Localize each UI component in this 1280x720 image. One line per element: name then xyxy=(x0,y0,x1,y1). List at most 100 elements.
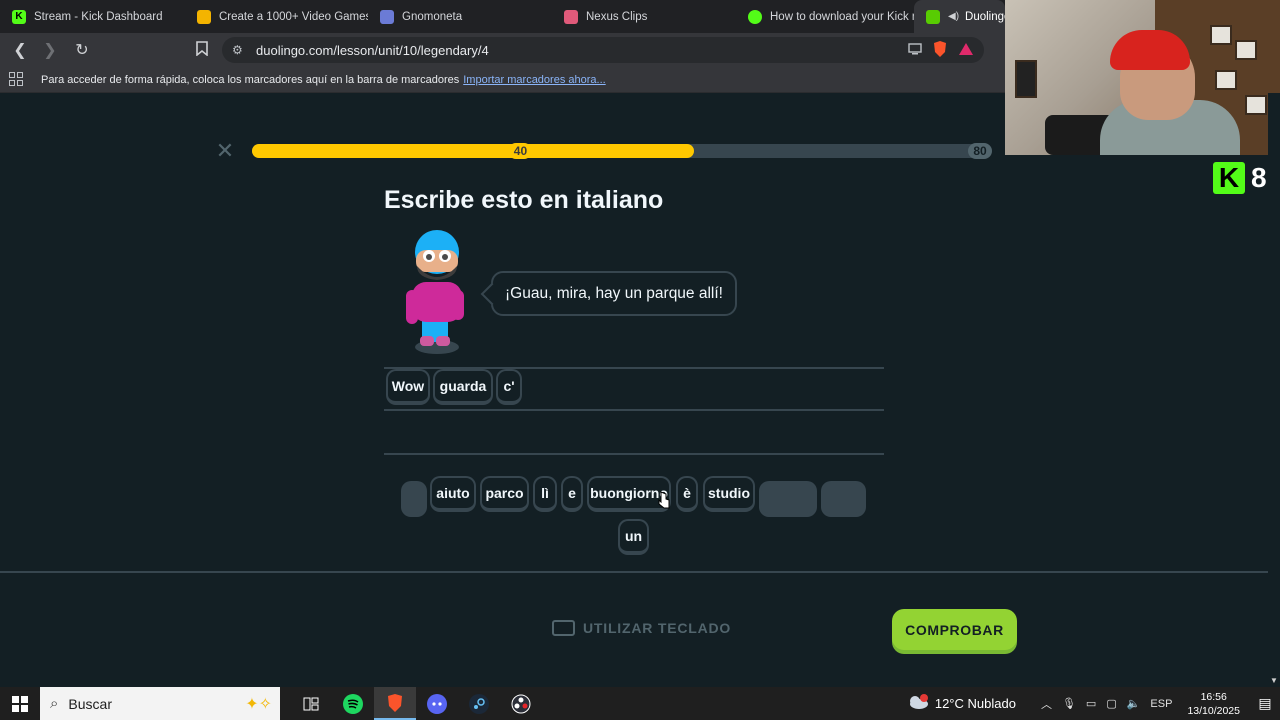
mouse-cursor-icon xyxy=(658,491,670,509)
sheets-icon xyxy=(197,9,211,24)
forward-icon[interactable]: ❯ xyxy=(38,38,62,62)
word-bank-slot-empty xyxy=(821,481,866,517)
search-icon: ⌕ xyxy=(50,695,59,712)
site-settings-icon[interactable]: ⚙ xyxy=(232,43,252,57)
keyboard-icon xyxy=(552,620,575,636)
use-keyboard-button[interactable]: UTILIZAR TECLADO xyxy=(552,620,731,636)
brave-shield-icon[interactable] xyxy=(932,40,948,61)
taskbar-search[interactable]: ⌕ Buscar ✦✧ xyxy=(40,687,280,720)
answer-line-bottom xyxy=(384,453,884,455)
webcam-photo-frame xyxy=(1235,40,1257,60)
word-bank-chip[interactable]: parco xyxy=(480,476,529,512)
tab-label: How to download your Kick rep xyxy=(770,10,914,23)
word-bank-chip[interactable]: è xyxy=(676,476,698,512)
webcam-photo-frame xyxy=(1215,70,1237,90)
tab-gnomoneta[interactable]: Gnomoneta xyxy=(368,0,552,33)
tab-label: Duolingo xyxy=(965,10,1005,23)
taskbar-search-placeholder: Buscar xyxy=(68,695,112,712)
taskbar-clock[interactable]: 16:56 13/10/2025 xyxy=(1187,690,1240,718)
speaker-icon: ◀) xyxy=(948,11,960,22)
battery-icon[interactable]: ▭ xyxy=(1086,697,1096,710)
nexus-icon xyxy=(564,9,578,24)
apps-grid-icon[interactable] xyxy=(9,71,25,88)
task-view-icon[interactable] xyxy=(290,687,332,720)
webcam-poster xyxy=(1015,60,1037,98)
cast-icon[interactable] xyxy=(908,43,922,58)
tab-label: Stream - Kick Dashboard xyxy=(34,10,163,23)
word-bank-chip[interactable]: un xyxy=(618,519,649,555)
windows-start-icon[interactable] xyxy=(0,687,40,720)
word-bank-chip[interactable]: lì xyxy=(533,476,557,512)
import-bookmarks-link[interactable]: Importar marcadores ahora... xyxy=(463,74,605,86)
url-text: duolingo.com/lesson/unit/10/legendary/4 xyxy=(256,42,489,58)
kick-icon xyxy=(748,9,762,24)
browser-tab-bar: K Stream - Kick Dashboard Create a 1000+… xyxy=(0,0,1005,33)
word-bank-slot-empty xyxy=(401,481,427,517)
lesson-progress-bar: 40 80 xyxy=(252,143,992,159)
gnome-icon xyxy=(380,9,394,24)
scroll-down-icon[interactable]: ▼ xyxy=(1270,676,1278,685)
check-button[interactable]: COMPROBAR xyxy=(892,609,1017,650)
tab-kick-dashboard[interactable]: K Stream - Kick Dashboard xyxy=(0,0,185,33)
progress-max-label: 80 xyxy=(968,143,992,159)
network-icon[interactable]: ▢ xyxy=(1106,697,1116,710)
tab-label: Gnomoneta xyxy=(402,10,463,23)
word-bank-slot-empty xyxy=(759,481,817,517)
prompt-sentence: ¡Guau, mira, hay un parque allí! xyxy=(505,284,723,302)
brave-rewards-icon[interactable] xyxy=(958,42,974,59)
microphone-icon[interactable]: 🎙 xyxy=(1062,697,1076,710)
tab-kick-download[interactable]: How to download your Kick rep xyxy=(736,0,914,33)
webcam-photo-frame xyxy=(1245,95,1267,115)
tab-video-games[interactable]: Create a 1000+ Video Games Ti xyxy=(185,0,368,33)
volume-icon[interactable]: 🔈 xyxy=(1127,697,1141,710)
answer-line-middle xyxy=(384,409,884,411)
kick-viewer-count: 8 xyxy=(1251,162,1267,193)
windows-taskbar: ⌕ Buscar ✦✧ 12°C Nublado ︿ 🎙 ▭ ▢ 🔈 ESP 1… xyxy=(0,687,1280,720)
duolingo-icon xyxy=(926,9,940,24)
system-tray: 12°C Nublado ︿ 🎙 ▭ ▢ 🔈 ESP 16:56 13/10/2… xyxy=(907,687,1280,720)
bookmarks-bar: Para acceder de forma rápida, coloca los… xyxy=(0,67,1005,93)
tab-duolingo[interactable]: ◀) Duolingo xyxy=(914,0,1005,33)
speech-bubble[interactable]: ¡Guau, mira, hay un parque allí! xyxy=(491,271,737,316)
bookmarks-hint: Para acceder de forma rápida, coloca los… xyxy=(41,73,460,86)
answer-word-chip[interactable]: c' xyxy=(496,369,522,405)
webcam-photo-frame xyxy=(1210,25,1232,45)
use-keyboard-label: UTILIZAR TECLADO xyxy=(583,620,732,636)
word-bank-chip[interactable]: e xyxy=(561,476,583,512)
back-icon[interactable]: ❮ xyxy=(8,38,32,62)
steam-icon[interactable] xyxy=(458,687,500,720)
character-illustration xyxy=(402,224,472,356)
footer-divider xyxy=(0,571,1268,573)
weather-text: 12°C Nublado xyxy=(934,696,1016,711)
page-scrollbar[interactable]: ▼ xyxy=(1268,93,1280,687)
cloud-icon xyxy=(907,694,929,713)
word-bank-chip[interactable]: studio xyxy=(703,476,755,512)
tab-label: Create a 1000+ Video Games Ti xyxy=(219,10,368,23)
screen: K Stream - Kick Dashboard Create a 1000+… xyxy=(0,0,1280,720)
notifications-icon[interactable]: ▤ xyxy=(1250,695,1280,712)
show-hidden-icons-icon[interactable]: ︿ xyxy=(1041,696,1052,712)
word-bank-chip[interactable]: aiuto xyxy=(430,476,476,512)
webcam-overlay xyxy=(1005,0,1280,155)
bookmark-icon[interactable] xyxy=(196,41,210,57)
progress-current-label: 40 xyxy=(508,143,533,159)
browser-toolbar: ❮ ❯ ↻ ⚙ duolingo.com/lesson/unit/10/lege… xyxy=(0,33,1005,67)
clock-time: 16:56 xyxy=(1200,690,1227,703)
weather-widget[interactable]: 12°C Nublado xyxy=(907,694,1016,713)
answer-word-chip[interactable]: Wow xyxy=(386,369,430,405)
close-lesson-icon[interactable]: ✕ xyxy=(215,140,235,162)
clock-date: 13/10/2025 xyxy=(1187,704,1240,717)
copilot-sparkle-icon: ✦✧ xyxy=(245,695,272,713)
language-indicator[interactable]: ESP xyxy=(1150,698,1172,710)
tab-label: Nexus Clips xyxy=(586,10,648,23)
progress-fill xyxy=(252,144,695,158)
address-bar-actions xyxy=(908,40,974,61)
spotify-icon[interactable] xyxy=(332,687,374,720)
answer-word-chip[interactable]: guarda xyxy=(433,369,493,405)
address-bar[interactable]: ⚙ duolingo.com/lesson/unit/10/legendary/… xyxy=(222,37,984,63)
brave-browser-icon[interactable] xyxy=(374,687,416,720)
tab-nexus-clips[interactable]: Nexus Clips xyxy=(552,0,736,33)
discord-icon[interactable] xyxy=(416,687,458,720)
reload-icon[interactable]: ↻ xyxy=(70,38,94,62)
obs-icon[interactable] xyxy=(500,687,542,720)
